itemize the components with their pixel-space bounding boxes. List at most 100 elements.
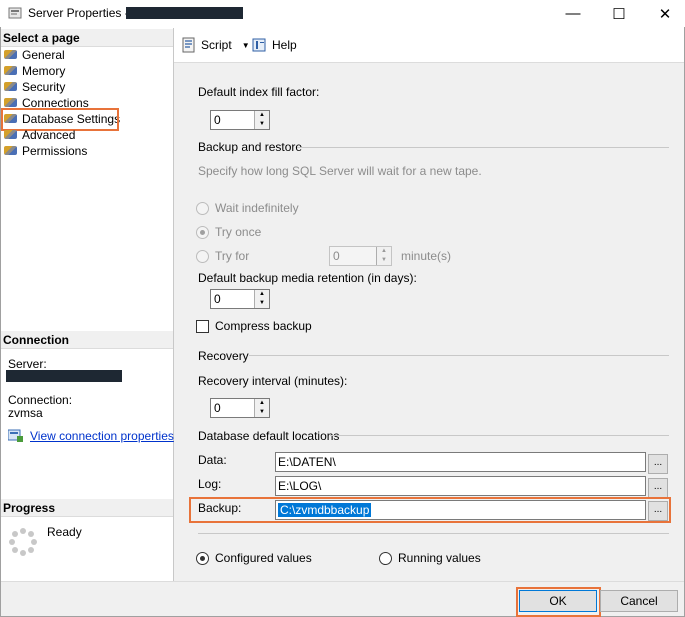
group-divider	[330, 435, 669, 436]
close-icon: ✕	[658, 5, 672, 23]
dropdown-arrow-icon[interactable]: ▼	[242, 41, 250, 50]
data-label: Data:	[198, 453, 227, 467]
browse-backup-button[interactable]: ...	[648, 501, 668, 521]
wait-indefinitely-label: Wait indefinitely	[215, 201, 299, 215]
radio-icon	[379, 551, 392, 565]
spin-down-icon[interactable]: ▼	[255, 408, 269, 417]
select-page-header: Select a page	[1, 29, 173, 47]
maximize-icon: ☐	[612, 5, 626, 23]
checkbox-icon	[196, 319, 209, 333]
recovery-interval-spinner[interactable]: 0 ▲ ▼	[210, 398, 270, 418]
progress-status: Ready	[47, 525, 82, 539]
backup-label: Backup:	[198, 501, 242, 515]
page-item-security[interactable]: Security	[4, 79, 65, 95]
backup-path-selected-text: C:\zvmdbbackup	[278, 503, 372, 517]
locations-label: Database default locations	[198, 429, 340, 443]
browse-log-button[interactable]: ...	[648, 478, 668, 498]
app-icon	[8, 6, 22, 20]
connection-header: Connection	[1, 331, 173, 349]
script-icon	[181, 37, 197, 53]
recovery-interval-label: Recovery interval (minutes):	[198, 374, 348, 388]
compress-backup-option[interactable]: Compress backup	[196, 319, 312, 333]
progress-spinner-icon	[8, 527, 38, 557]
running-values-option[interactable]: Running values	[379, 551, 481, 565]
try-for-spinner[interactable]: 0 ▲ ▼	[329, 246, 392, 266]
close-button[interactable]: ✕	[642, 0, 685, 27]
log-label: Log:	[198, 477, 222, 491]
configured-values-label: Configured values	[215, 551, 312, 565]
minutes-label: minute(s)	[401, 249, 452, 263]
wrench-page-icon	[4, 49, 18, 61]
connection-value: zvmsa	[8, 406, 43, 420]
data-path-field[interactable]: E:\DATEN\	[275, 452, 646, 472]
page-label: Security	[22, 80, 66, 94]
connection-label: Connection:	[8, 393, 73, 407]
try-for-label: Try for	[215, 249, 250, 263]
server-label: Server:	[8, 357, 47, 371]
try-for-option[interactable]: Try for	[196, 249, 249, 263]
redacted-server-value	[6, 370, 122, 382]
minimize-icon: —	[565, 5, 581, 22]
radio-selected-icon	[196, 225, 209, 239]
connection-properties-icon	[7, 429, 24, 443]
script-button[interactable]: Script ▼	[181, 37, 250, 53]
redacted-server-name	[126, 7, 243, 19]
wrench-page-icon	[4, 65, 18, 77]
help-button[interactable]: Help	[252, 37, 297, 53]
help-label: Help	[272, 38, 297, 52]
retention-label: Default backup media retention (in days)…	[198, 271, 417, 285]
progress-header: Progress	[1, 499, 173, 517]
wrench-page-icon	[4, 145, 18, 157]
view-connection-link[interactable]: View connection properties	[30, 429, 174, 443]
backup-restore-label: Backup and restore	[198, 140, 303, 154]
retention-value: 0	[214, 292, 221, 306]
spin-down-icon[interactable]: ▼	[255, 120, 269, 129]
page-item-memory[interactable]: Memory	[4, 63, 65, 79]
wait-indefinitely-option[interactable]: Wait indefinitely	[196, 201, 299, 215]
maximize-button[interactable]: ☐	[596, 0, 642, 27]
spin-down-icon[interactable]: ▼	[255, 299, 269, 308]
compress-backup-label: Compress backup	[215, 319, 312, 333]
page-item-general[interactable]: General	[4, 47, 65, 63]
window-title: Server Properties -	[28, 6, 129, 20]
page-label: General	[22, 48, 65, 62]
spin-up-icon[interactable]: ▲	[255, 290, 269, 299]
retention-spinner[interactable]: 0 ▲ ▼	[210, 289, 270, 309]
backup-hint: Specify how long SQL Server will wait fo…	[198, 164, 482, 178]
page-label: Advanced	[22, 128, 76, 142]
configured-values-option[interactable]: Configured values	[196, 551, 312, 565]
spin-down-icon[interactable]: ▼	[377, 256, 391, 265]
browse-data-button[interactable]: ...	[648, 454, 668, 474]
ok-button[interactable]: OK	[519, 590, 597, 612]
script-label: Script	[201, 38, 232, 52]
spin-up-icon[interactable]: ▲	[377, 247, 391, 256]
group-divider	[249, 355, 669, 356]
help-icon	[252, 37, 268, 53]
radio-selected-icon	[196, 551, 209, 565]
fill-factor-label: Default index fill factor:	[198, 85, 320, 99]
view-connection-properties[interactable]: View connection properties	[7, 429, 174, 443]
running-values-label: Running values	[398, 551, 481, 565]
page-label: Memory	[22, 64, 66, 78]
spin-up-icon[interactable]: ▲	[255, 111, 269, 120]
wrench-page-icon	[4, 129, 18, 141]
radio-icon	[196, 201, 209, 215]
page-item-permissions[interactable]: Permissions	[4, 143, 87, 159]
group-divider	[297, 147, 669, 148]
wrench-page-icon	[4, 81, 18, 93]
try-once-option[interactable]: Try once	[196, 225, 261, 239]
backup-path-field[interactable]: C:\zvmdbbackup	[275, 500, 646, 520]
fill-factor-value: 0	[214, 113, 221, 127]
log-path-field[interactable]: E:\LOG\	[275, 476, 646, 496]
try-once-label: Try once	[215, 225, 262, 239]
group-divider	[198, 533, 669, 534]
recovery-interval-value: 0	[214, 401, 221, 415]
page-item-advanced[interactable]: Advanced	[4, 127, 75, 143]
cancel-button[interactable]: Cancel	[600, 590, 678, 612]
fill-factor-spinner[interactable]: 0 ▲ ▼	[210, 110, 270, 130]
recovery-label: Recovery	[198, 349, 249, 363]
spin-up-icon[interactable]: ▲	[255, 399, 269, 408]
toolbar	[174, 28, 684, 63]
radio-icon	[196, 249, 209, 263]
minimize-button[interactable]: —	[550, 0, 596, 27]
